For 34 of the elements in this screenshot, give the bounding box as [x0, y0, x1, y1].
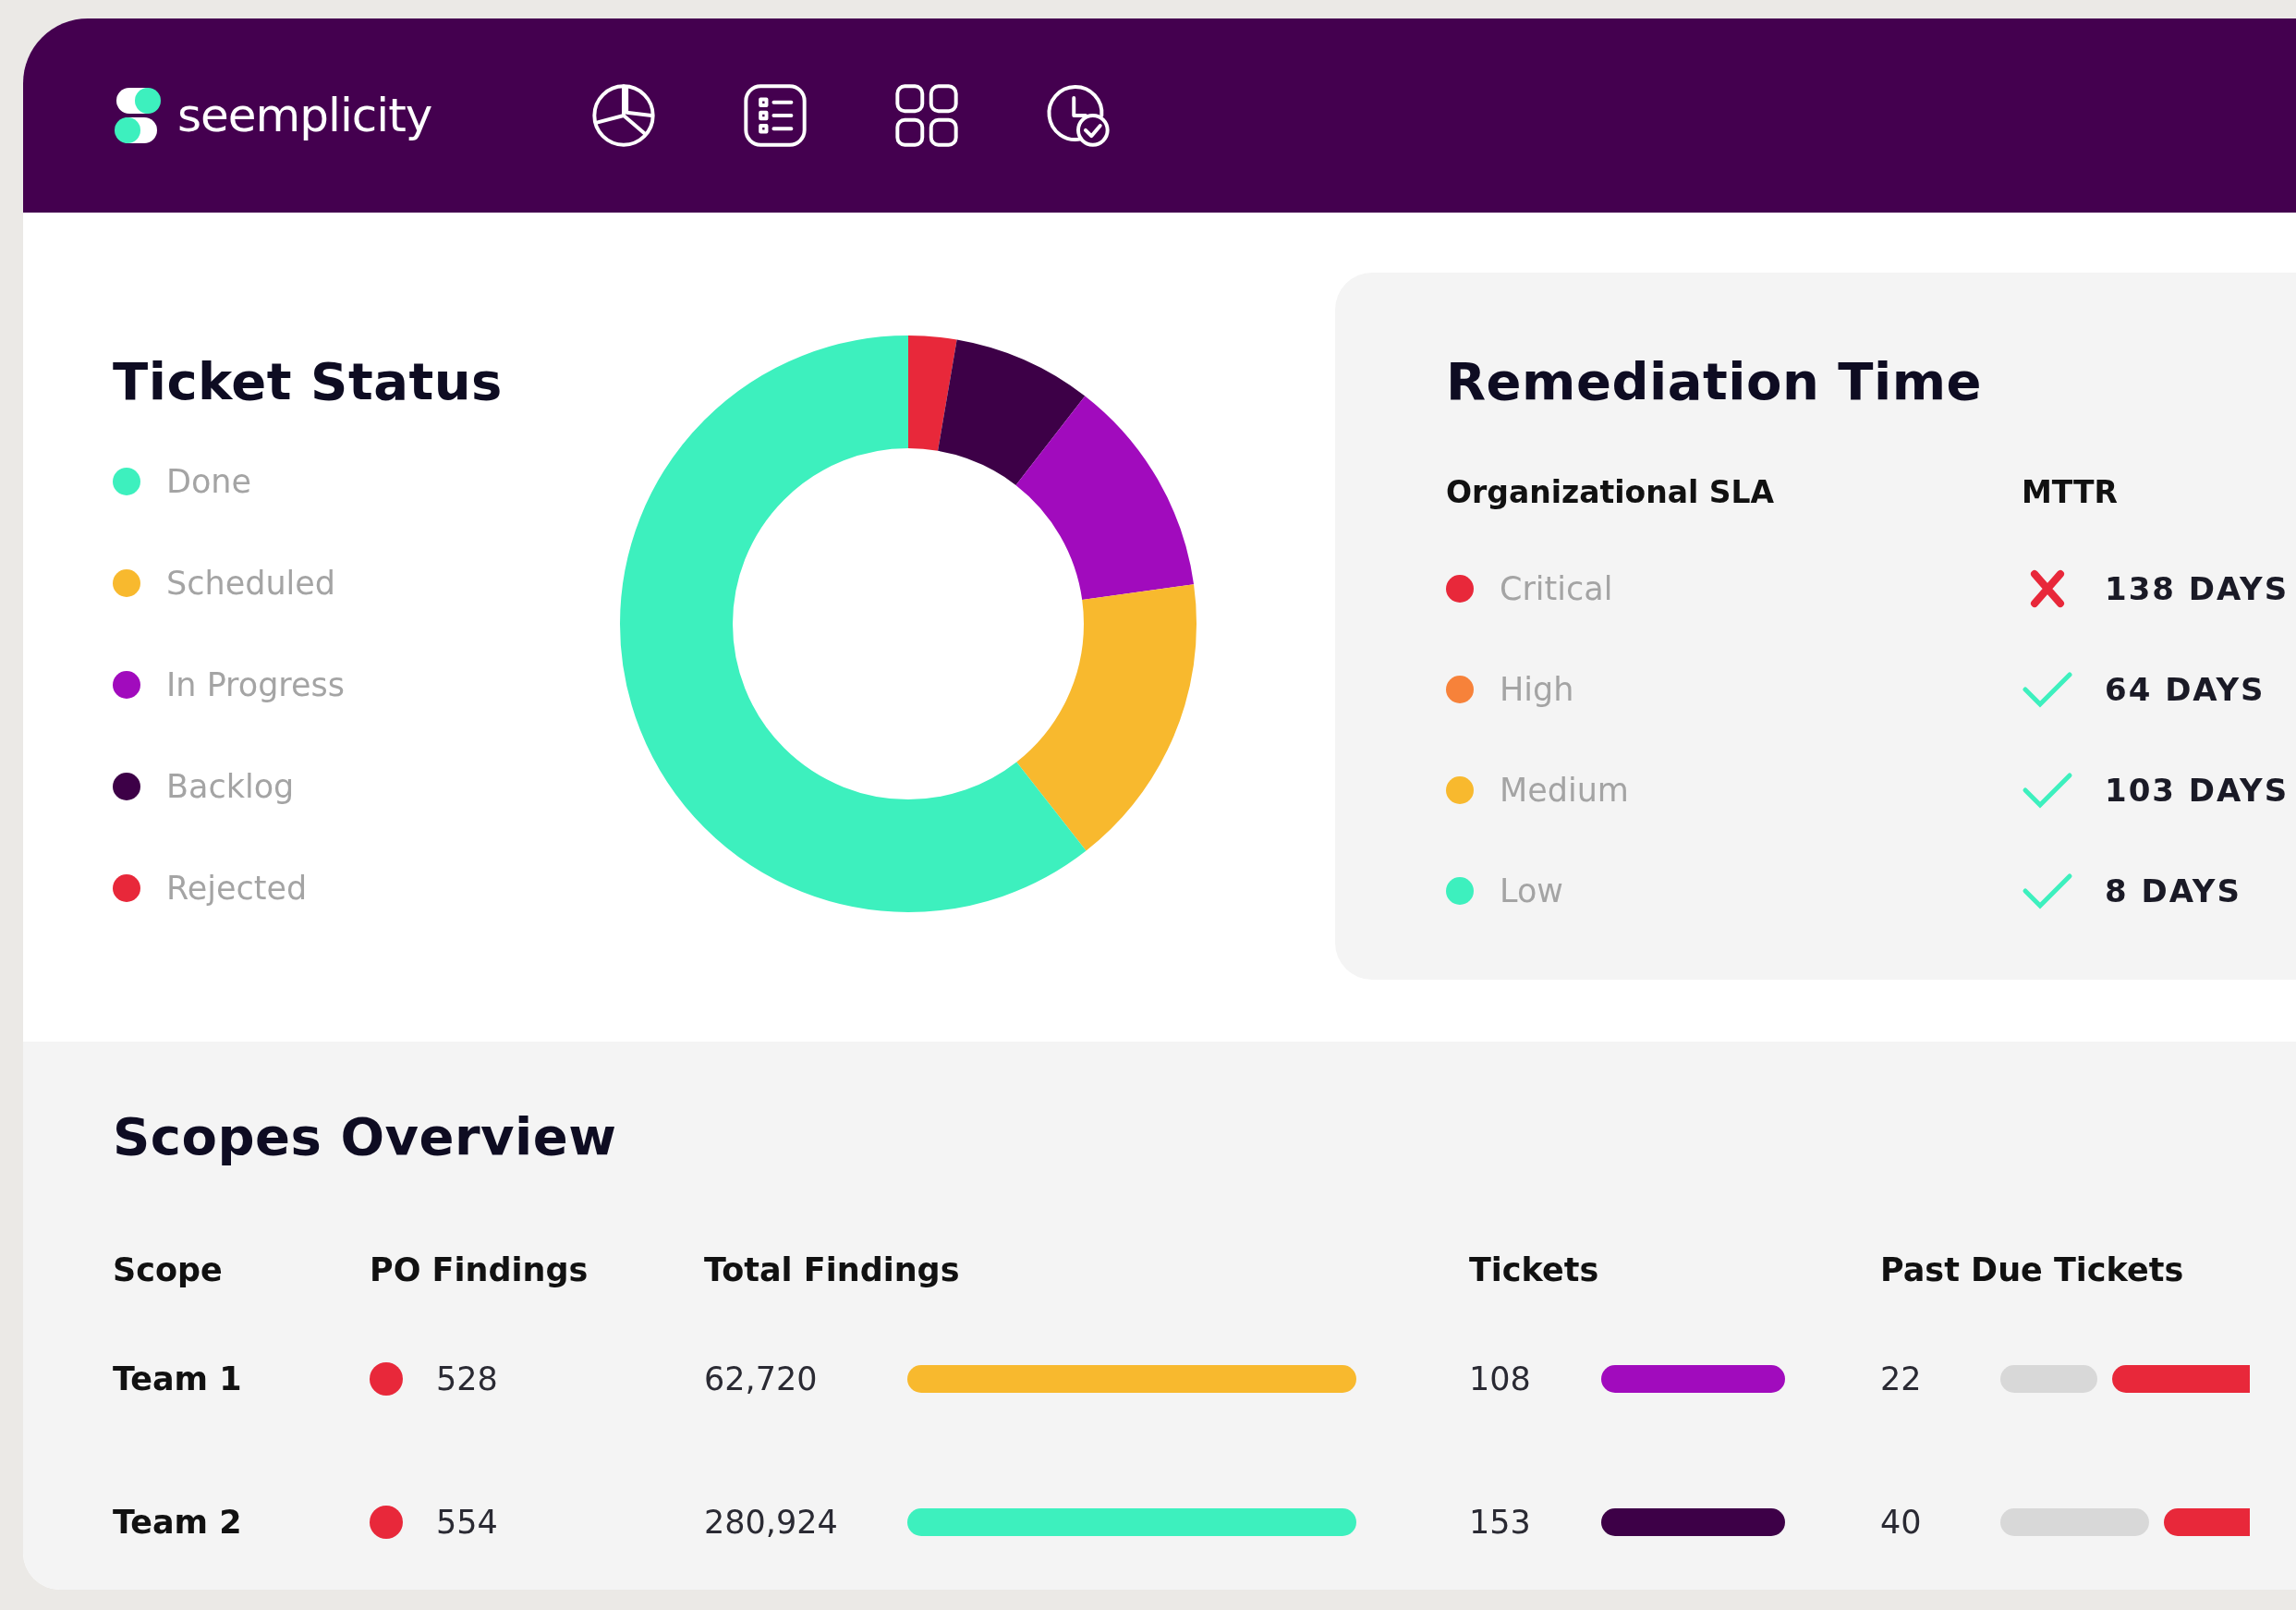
table-cell-text: 108 [1469, 1360, 1532, 1397]
column-header: MTTR [2022, 474, 2119, 510]
severity-label: High [1500, 671, 1574, 708]
section-title: Scopes Overview [113, 1106, 618, 1166]
legend-label: Backlog [166, 768, 295, 805]
mttr-value: 103 DAYS [2105, 772, 2290, 809]
scope-name: Team 1 [113, 1360, 242, 1397]
column-header: Total Findings [704, 1250, 961, 1290]
severity-label: Low [1500, 872, 1563, 909]
mttr-value: 64 DAYS [2105, 671, 2266, 708]
column-header: Scope [113, 1250, 224, 1290]
legend-label: Rejected [166, 870, 308, 907]
scope-name: Team 2 [113, 1503, 242, 1541]
table-cell: 554 [436, 1503, 498, 1541]
column-header: Organizational SLA [1446, 474, 1775, 510]
column-header: PO Findings [370, 1250, 589, 1290]
severity-label: Critical [1500, 570, 1613, 607]
mttr-value: 138 DAYS [2105, 570, 2290, 607]
table-cell: 528 [436, 1360, 498, 1397]
legend-label: In Progress [166, 666, 345, 703]
section-title: Ticket Status [113, 351, 504, 411]
section-title: Remediation Time [1446, 351, 1984, 411]
table-cell-text: 40 [1880, 1503, 1923, 1541]
legend-label: Scheduled [166, 565, 336, 602]
table-cell-text: 280,924 [704, 1503, 839, 1541]
logo-text: seemplicity [177, 89, 432, 142]
legend-label: Done [166, 463, 252, 500]
table-cell-text: 62,720 [704, 1360, 819, 1397]
column-header: Tickets [1469, 1250, 1600, 1290]
table-cell-text: 153 [1469, 1503, 1532, 1541]
severity-label: Medium [1500, 772, 1629, 809]
mttr-value: 8 DAYS [2105, 872, 2241, 909]
column-header: Past Due Tickets [1880, 1250, 2185, 1290]
table-cell-text: 22 [1880, 1360, 1923, 1397]
